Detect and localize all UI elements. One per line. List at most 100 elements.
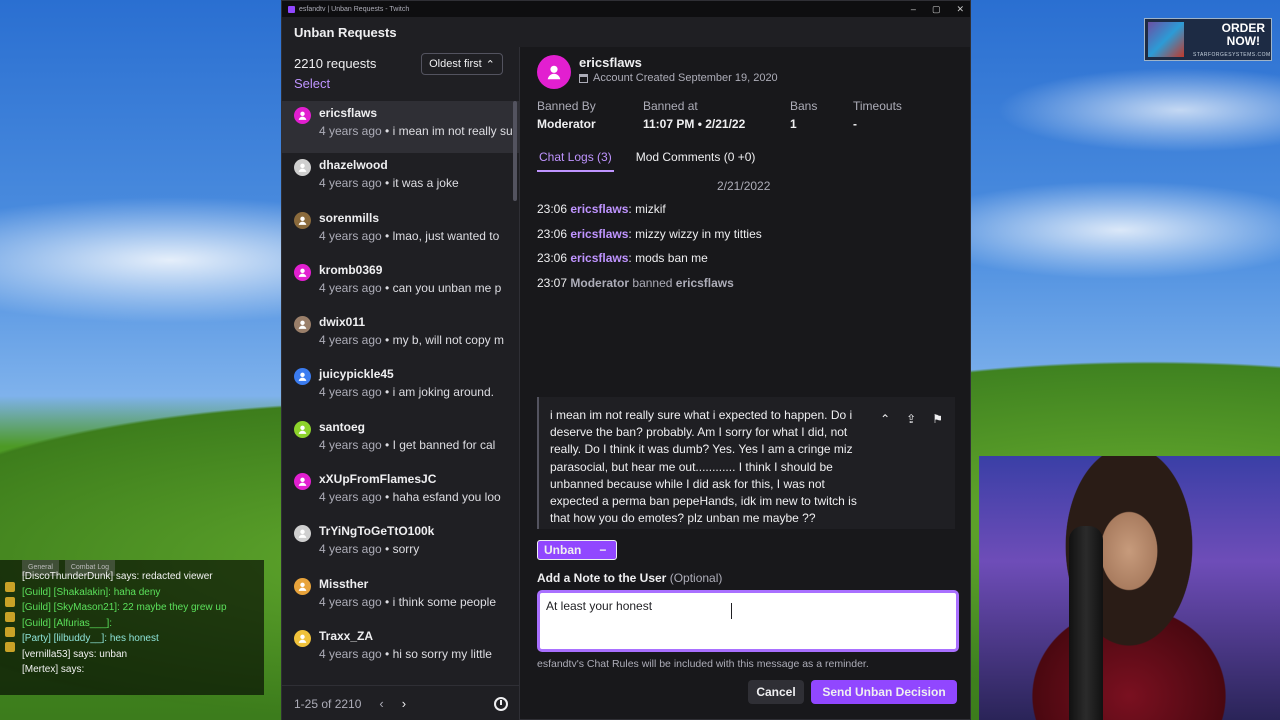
chat-log-line: 23:06 ericsflaws: mods ban me — [537, 246, 762, 271]
maximize-button[interactable]: ▢ — [932, 4, 941, 15]
user-avatar-icon — [294, 420, 311, 438]
note-optional: (Optional) — [669, 571, 723, 585]
report-icon[interactable]: ⚑ — [932, 411, 943, 428]
detail-username[interactable]: ericsflaws — [579, 55, 642, 70]
user-avatar-icon — [294, 473, 311, 491]
request-username: ericsflaws — [319, 106, 378, 120]
pager-range: 1-25 of 2210 — [294, 696, 362, 711]
timeouts-label: Timeouts — [853, 99, 902, 113]
overlay-chat-line: [Guild] [Shakalakin]: haha deny — [22, 586, 161, 598]
request-preview: 4 years ago • sorry — [319, 542, 420, 557]
tab-mod-comments[interactable]: Mod Comments (0 +0) — [634, 150, 758, 172]
share-icon[interactable]: ⇪ — [906, 411, 916, 428]
chat-rules-note: esfandtv's Chat Rules will be included w… — [537, 658, 869, 670]
request-count: 2210 requests — [294, 56, 377, 71]
ad-line2: NOW! — [1226, 34, 1260, 48]
user-avatar-icon — [294, 263, 311, 281]
banned-by-value: Moderator — [537, 117, 596, 131]
timeouts-value: - — [853, 117, 857, 131]
cancel-button[interactable]: Cancel — [748, 680, 804, 704]
select-link[interactable]: Select — [294, 76, 330, 91]
request-list-item[interactable]: Missther 4 years ago • i think some peopl… — [282, 572, 520, 624]
sort-dropdown[interactable]: Oldest first ⌃ — [421, 53, 503, 75]
request-username: dhazelwood — [319, 158, 388, 173]
banned-at-label: Banned at — [643, 99, 698, 113]
request-list-item[interactable]: sorenmills 4 years ago • lmao, just wante… — [282, 206, 520, 258]
request-username: xXUpFromFlamesJC — [319, 472, 437, 487]
banned-at-value: 11:07 PM • 2/21/22 — [643, 117, 746, 131]
request-age: 4 years ago — [319, 646, 382, 661]
order-now-ad: ORDER NOW! STARFORGESYSTEMS.COM — [1144, 18, 1272, 61]
request-list-item[interactable]: dwix011 4 years ago • my b, will not copy… — [282, 310, 520, 362]
request-list-item[interactable]: ericsflaws 4 years ago • i mean im not re… — [282, 101, 520, 154]
account-created: Account Created September 19, 2020 — [579, 72, 778, 84]
log-time: 23:06 — [537, 226, 568, 241]
chat-logs: 23:06 ericsflaws: mizkif 23:06 ericsflaws… — [537, 197, 762, 296]
chat-log-line: 23:06 ericsflaws: mizzy wizzy in my titt… — [537, 222, 762, 247]
request-list: ericsflaws 4 years ago • i mean im not re… — [282, 101, 520, 685]
request-age: 4 years ago — [319, 333, 382, 348]
scrollbar[interactable] — [513, 101, 517, 201]
request-message: can you unban me p — [392, 280, 502, 295]
log-text: : mizzy wizzy in my titties — [628, 226, 762, 241]
request-age: 4 years ago — [319, 594, 382, 609]
unban-toggle-button[interactable]: Unban − — [537, 540, 617, 560]
account-created-text: Account Created September 19, 2020 — [593, 72, 778, 84]
unban-request-message: i mean im not really sure what i expecte… — [537, 397, 955, 529]
ban-moderator: Moderator — [570, 276, 630, 291]
request-list-item[interactable]: dhazelwood 4 years ago • it was a joke — [282, 153, 520, 205]
prev-page-icon[interactable]: ‹ — [379, 696, 383, 711]
request-age: 4 years ago — [319, 385, 382, 400]
send-unban-decision-button[interactable]: Send Unban Decision — [811, 680, 957, 704]
request-preview: 4 years ago • i mean im not really sure … — [319, 121, 513, 141]
request-username: dwix011 — [319, 315, 366, 330]
request-username: sorenmills — [319, 210, 380, 225]
window-title: esfandtv | Unban Requests - Twitch — [299, 5, 410, 13]
request-message: haha esfand you loo — [392, 490, 501, 505]
request-age: 4 years ago — [319, 228, 382, 243]
request-list-item[interactable]: Traxx_ZA 4 years ago • hi so sorry my lit… — [282, 624, 520, 676]
request-message: lmao, just wanted to — [392, 228, 500, 243]
ban-log-line: 23:07 Moderator banned ericsflaws — [537, 271, 762, 296]
sort-label: Oldest first — [429, 58, 482, 70]
log-user[interactable]: ericsflaws — [570, 202, 628, 216]
user-avatar-icon — [294, 368, 311, 386]
log-text: : mizkif — [628, 202, 666, 216]
request-list-item[interactable]: juicypickle45 4 years ago • i am joking a… — [282, 362, 520, 414]
request-list-item[interactable]: kromb0369 4 years ago • can you unban me … — [282, 258, 520, 310]
log-time: 23:06 — [537, 251, 568, 266]
user-avatar — [537, 55, 571, 89]
microphone — [1069, 526, 1103, 720]
timer-icon[interactable] — [494, 696, 508, 711]
log-date: 2/21/2022 — [717, 179, 771, 193]
minimize-button[interactable]: – — [911, 4, 916, 15]
request-list-panel: 2210 requests Select Oldest first ⌃ eric… — [282, 47, 520, 720]
request-username: juicypickle45 — [319, 367, 394, 382]
request-preview: 4 years ago • lmao, just wanted to — [319, 228, 500, 243]
ban-target: ericsflaws — [675, 276, 734, 291]
request-message: i am joking around. — [392, 385, 494, 400]
request-username: kromb0369 — [319, 262, 383, 277]
chat-lines: [DiscoThunderDunk] says: redacted viewer… — [22, 569, 258, 678]
request-list-item[interactable]: xXUpFromFlamesJC 4 years ago • haha esfan… — [282, 467, 520, 519]
text-cursor-icon — [731, 603, 732, 619]
log-user[interactable]: ericsflaws — [570, 251, 628, 265]
log-user[interactable]: ericsflaws — [570, 227, 628, 241]
request-preview: 4 years ago • i think some people — [319, 594, 496, 609]
note-textarea[interactable]: At least your honest — [537, 590, 959, 652]
close-button[interactable]: ✕ — [956, 4, 964, 15]
webcam-feed — [979, 456, 1280, 720]
request-username: santoeg — [319, 419, 366, 434]
request-list-item[interactable]: santoeg 4 years ago • I get banned for ca… — [282, 415, 520, 467]
overlay-chat-line: [Guild] [SkyMason21]: 22 maybe they grew… — [22, 602, 227, 613]
request-list-item[interactable]: TrYiNgToGeTtO100k 4 years ago • sorry — [282, 519, 520, 571]
chevron-up-icon[interactable]: ⌃ — [880, 411, 890, 428]
twitch-logo-icon — [288, 5, 295, 13]
note-value: At least your honest — [546, 599, 653, 613]
request-preview: 4 years ago • it was a joke — [319, 176, 459, 191]
request-preview: 4 years ago • I get banned for cal — [319, 437, 496, 452]
next-page-icon[interactable]: › — [402, 696, 406, 711]
tab-chat-logs[interactable]: Chat Logs (3) — [537, 150, 614, 172]
ban-action: banned — [632, 276, 673, 291]
calendar-icon — [579, 73, 588, 83]
